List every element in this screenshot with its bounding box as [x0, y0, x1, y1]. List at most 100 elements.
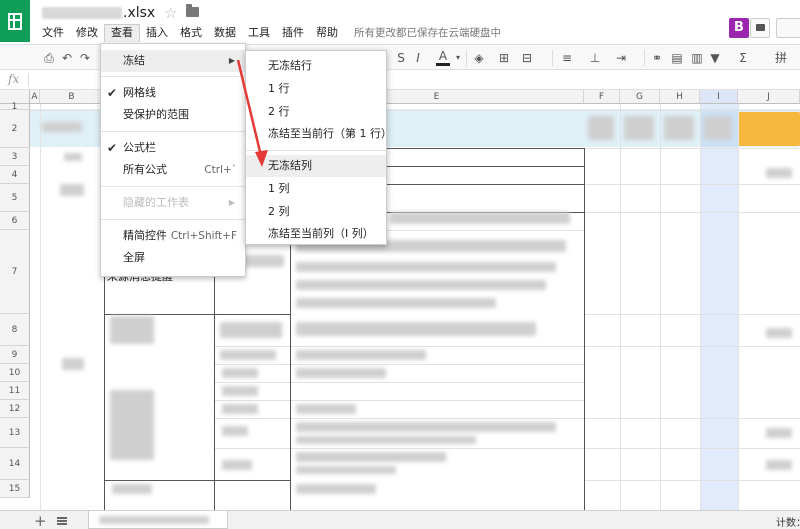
row-header-12[interactable]: 12 — [0, 400, 30, 418]
menu-item-all-formulas[interactable]: 所有公式 Ctrl+` — [101, 159, 245, 181]
freeze-two-rows[interactable]: 2 行 — [246, 101, 386, 123]
column-header-j[interactable]: J — [738, 90, 800, 104]
sheet-list-icon[interactable] — [57, 517, 67, 525]
toolbar-divider — [552, 50, 553, 66]
menu-data[interactable]: 数据 — [208, 24, 242, 42]
align-icon[interactable]: ≡ — [560, 50, 574, 66]
menu-item-full-screen[interactable]: 全屏 — [101, 247, 245, 269]
star-icon[interactable]: ☆ — [164, 4, 177, 22]
row-header-14[interactable]: 14 — [0, 448, 30, 480]
menu-tools[interactable]: 工具 — [242, 24, 276, 42]
menu-format[interactable]: 格式 — [174, 24, 208, 42]
blurred-cell — [296, 436, 476, 444]
row-header-4[interactable]: 4 — [0, 166, 30, 184]
sheet-tab-active[interactable] — [88, 511, 228, 529]
document-title[interactable]: .xlsx — [42, 4, 155, 22]
fx-icon: fx — [8, 72, 20, 86]
status-count[interactable]: 计数： — [776, 514, 800, 529]
row-header-13[interactable]: 13 — [0, 418, 30, 448]
freeze-no-rows[interactable]: 无冻结行 — [246, 55, 386, 77]
row-header-7[interactable]: 7 — [0, 230, 30, 314]
blurred-cell — [296, 322, 536, 336]
blurred-cell — [42, 122, 82, 132]
menu-item-formula-bar[interactable]: ✔ 公式栏 — [101, 137, 245, 159]
input-tools-icon[interactable]: 拼 — [774, 50, 788, 66]
row-header-11[interactable]: 11 — [0, 382, 30, 400]
add-sheet-icon[interactable]: + — [34, 512, 47, 529]
blurred-cell — [222, 460, 252, 470]
freeze-two-columns[interactable]: 2 列 — [246, 201, 386, 223]
merge-cells-icon[interactable]: ⊟ — [520, 50, 534, 66]
blurred-cell — [296, 404, 356, 414]
text-wrap-icon[interactable]: ⇥ — [614, 50, 628, 66]
row-header-3[interactable]: 3 — [0, 148, 30, 166]
gridline — [660, 104, 661, 510]
menu-file[interactable]: 文件 — [36, 24, 70, 42]
menu-item-freeze-label: 冻结 — [123, 54, 145, 67]
menu-item-protected-ranges-label: 受保护的范围 — [123, 108, 189, 121]
menu-insert[interactable]: 插入 — [140, 24, 174, 42]
menu-edit[interactable]: 修改 — [70, 24, 104, 42]
selected-column-highlight — [700, 104, 738, 510]
column-header-h[interactable]: H — [660, 90, 700, 104]
row-header-2[interactable]: 2 — [0, 110, 30, 148]
freeze-up-to-current-row[interactable]: 冻结至当前行（第 1 行） — [246, 123, 392, 145]
freeze-one-row[interactable]: 1 行 — [246, 78, 386, 100]
borders-icon[interactable]: ⊞ — [497, 50, 511, 66]
blurred-cell — [60, 184, 84, 196]
comments-button[interactable] — [750, 18, 770, 38]
menu-divider — [246, 150, 386, 151]
redo-icon[interactable]: ↷ — [78, 50, 92, 66]
blurred-cell — [222, 386, 258, 396]
row-header-9[interactable]: 9 — [0, 346, 30, 364]
italic-icon[interactable]: I — [412, 50, 424, 66]
chevron-down-icon[interactable]: ▾ — [454, 50, 462, 66]
menu-item-freeze[interactable]: 冻结 ▶ — [101, 50, 245, 72]
chart-icon[interactable]: ▥ — [690, 50, 704, 66]
freeze-up-to-current-column[interactable]: 冻结至当前列（I 列） — [246, 223, 386, 245]
avatar[interactable]: B — [729, 18, 749, 38]
column-header-b[interactable]: B — [40, 90, 104, 104]
column-header-g[interactable]: G — [620, 90, 660, 104]
freeze-no-columns[interactable]: 无冻结列 — [246, 155, 386, 177]
menu-item-protected-ranges[interactable]: 受保护的范围 — [101, 104, 245, 126]
share-button[interactable] — [776, 18, 800, 38]
column-header-a[interactable]: A — [30, 90, 40, 104]
text-color-icon[interactable]: A — [436, 50, 450, 66]
filter-icon[interactable]: ▼ — [708, 50, 722, 66]
comment-insert-icon[interactable]: ▤ — [670, 50, 684, 66]
gridline — [584, 448, 800, 449]
sheets-logo[interactable] — [0, 0, 30, 42]
menu-view[interactable]: 查看 — [104, 24, 140, 42]
undo-icon[interactable]: ↶ — [60, 50, 74, 66]
blurred-cell — [110, 390, 154, 460]
fill-color-icon[interactable]: ◈ — [472, 50, 486, 66]
row-header-6[interactable]: 6 — [0, 212, 30, 230]
gridline — [214, 364, 584, 365]
row-header-10[interactable]: 10 — [0, 364, 30, 382]
menu-divider — [101, 219, 245, 220]
menu-item-gridlines[interactable]: ✔ 网格线 — [101, 82, 245, 104]
print-icon[interactable]: ⎙ — [42, 50, 56, 66]
menu-addons[interactable]: 插件 — [276, 24, 310, 42]
column-header-i[interactable]: I — [700, 90, 738, 104]
folder-icon[interactable] — [186, 4, 199, 17]
row-header-15[interactable]: 15 — [0, 480, 30, 498]
row-header-5[interactable]: 5 — [0, 184, 30, 212]
functions-icon[interactable]: Σ — [736, 50, 750, 66]
blurred-cell — [110, 316, 154, 344]
menu-help[interactable]: 帮助 — [310, 24, 344, 42]
blurred-cell — [296, 262, 556, 272]
blurred-cell — [296, 422, 556, 432]
freeze-one-column[interactable]: 1 列 — [246, 178, 386, 200]
save-status[interactable]: 所有更改都已保存在云端硬盘中 — [344, 24, 501, 42]
menu-item-compact-controls[interactable]: 精简控件 Ctrl+Shift+F — [101, 225, 245, 247]
blurred-cell — [766, 328, 792, 338]
row-header-8[interactable]: 8 — [0, 314, 30, 346]
strikethrough-icon[interactable]: S — [395, 50, 407, 66]
vertical-align-icon[interactable]: ⊥ — [588, 50, 602, 66]
link-icon[interactable]: ⚭ — [650, 50, 664, 66]
column-header-f[interactable]: F — [584, 90, 620, 104]
submenu-arrow-icon: ▶ — [228, 198, 235, 207]
gridline — [214, 400, 584, 401]
